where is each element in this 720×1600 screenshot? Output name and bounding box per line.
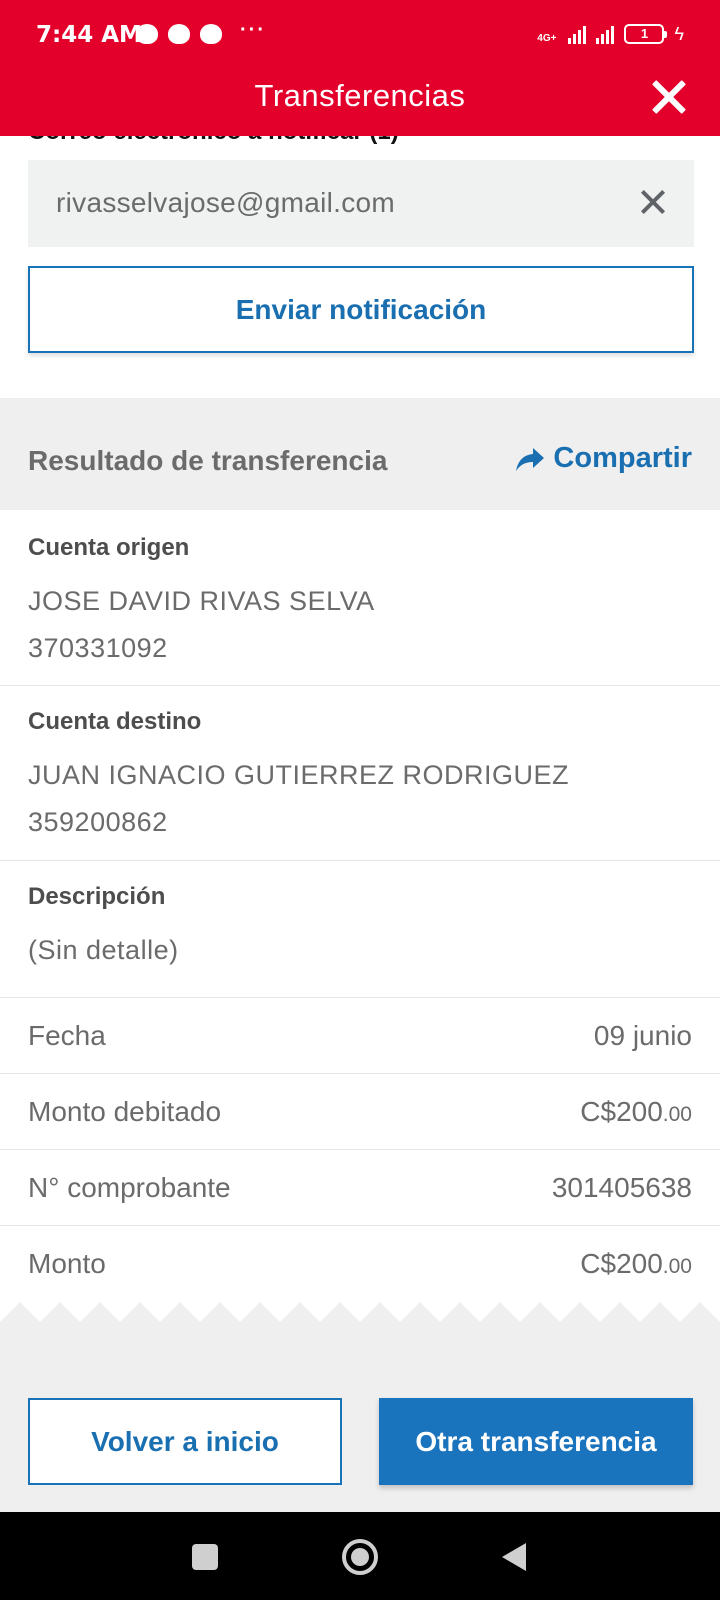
back-to-home-button[interactable]: Volver a inicio	[28, 1398, 342, 1485]
close-button[interactable]	[648, 76, 688, 116]
clear-icon[interactable]	[640, 189, 666, 215]
amount-row: Monto C$200.00	[0, 1226, 720, 1302]
description-value: (Sin detalle)	[28, 935, 179, 965]
date-row: Fecha 09 junio	[0, 998, 720, 1074]
debited-value: C$200.00	[580, 1096, 692, 1128]
amount-cents: .00	[662, 1255, 692, 1278]
origin-account-section: Cuenta origen JOSE DAVID RIVAS SELVA 370…	[0, 510, 720, 686]
debited-main: C$200	[580, 1096, 663, 1127]
origin-label: Cuenta origen	[28, 534, 190, 561]
app-header: 7:44 AM ··· 4G+ 1 ϟ Transferencias	[0, 0, 720, 136]
share-icon	[516, 447, 545, 471]
network-type: 4G+	[537, 33, 557, 44]
destination-label: Cuenta destino	[28, 708, 202, 735]
notification-icons: ···	[136, 19, 266, 44]
back-icon[interactable]	[502, 1543, 526, 1571]
debited-label: Monto debitado	[28, 1096, 222, 1127]
cloud-notification-icon	[168, 24, 190, 44]
share-button[interactable]: Compartir	[515, 442, 692, 475]
result-header: Resultado de transferencia Compartir	[0, 398, 720, 510]
page-title: Transferencias	[254, 78, 466, 113]
chat-notification-icon	[136, 24, 158, 44]
system-icons: 4G+ 1 ϟ	[537, 24, 684, 44]
charging-icon: ϟ	[674, 24, 684, 44]
signal-icon-2	[596, 24, 615, 44]
status-bar: 7:44 AM ··· 4G+ 1 ϟ	[0, 0, 720, 72]
email-field[interactable]: rivasselvajose@gmail.com	[28, 160, 694, 247]
more-notifications-icon: ···	[240, 18, 266, 41]
description-section: Descripción (Sin detalle)	[0, 861, 720, 998]
share-label: Compartir	[553, 442, 692, 474]
amount-label: Monto	[28, 1248, 106, 1279]
destination-name: JUAN IGNACIO GUTIERREZ RODRIGUEZ	[28, 760, 570, 790]
system-nav-bar	[0, 1512, 720, 1600]
email-value[interactable]: rivasselvajose@gmail.com	[56, 187, 395, 219]
home-icon[interactable]	[342, 1539, 378, 1575]
date-value: 09 junio	[593, 1020, 692, 1051]
description-label: Descripción	[28, 883, 166, 910]
status-time: 7:44 AM	[36, 22, 142, 48]
destination-number: 359200862	[28, 807, 168, 837]
amount-main: C$200	[580, 1248, 663, 1279]
destination-account-section: Cuenta destino JUAN IGNACIO GUTIERREZ RO…	[0, 686, 720, 861]
result-title: Resultado de transferencia	[28, 445, 388, 476]
amount-value: C$200.00	[580, 1248, 692, 1280]
cloud-notification-icon-2	[200, 24, 222, 44]
debited-cents: .00	[662, 1103, 692, 1126]
recents-icon[interactable]	[192, 1544, 218, 1570]
receipt-value: 301405638	[551, 1172, 692, 1203]
signal-icon	[568, 24, 587, 44]
origin-name: JOSE DAVID RIVAS SELVA	[28, 586, 375, 616]
origin-number: 370331092	[28, 633, 168, 663]
debited-amount-row: Monto debitado C$200.00	[0, 1074, 720, 1150]
battery-level: 1	[640, 26, 649, 41]
date-label: Fecha	[28, 1020, 106, 1051]
battery-icon: 1	[624, 24, 668, 44]
receipt-label: N° comprobante	[28, 1172, 231, 1203]
send-notification-button[interactable]: Enviar notificación	[28, 266, 694, 353]
another-transfer-button[interactable]: Otra transferencia	[379, 1398, 693, 1485]
receipt-row: N° comprobante 301405638	[0, 1150, 720, 1226]
